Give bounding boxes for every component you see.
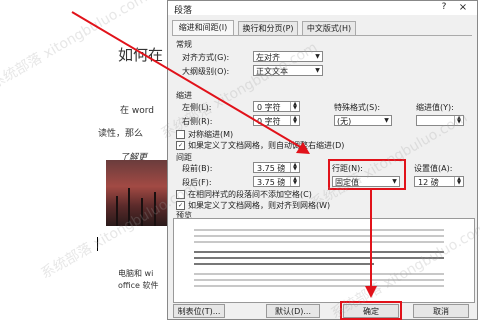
annotation-arrow-head [365, 286, 377, 298]
annotation-arrows [71, 11, 377, 298]
annotation-arrow-head [296, 142, 310, 154]
annotation-arrow-line [71, 11, 303, 149]
